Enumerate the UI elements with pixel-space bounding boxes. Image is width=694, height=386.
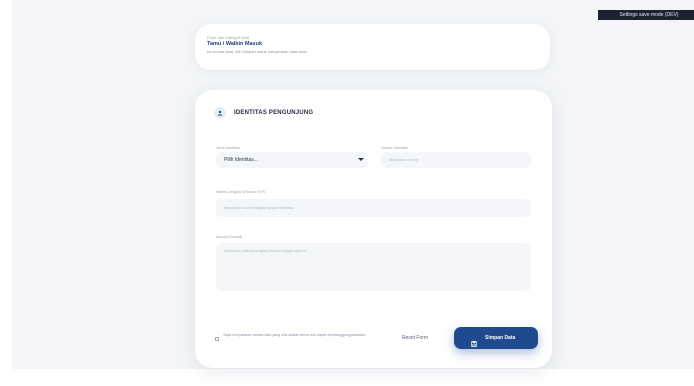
meta-subtext: Isi semua data, klik Simpan untuk menyim… bbox=[207, 49, 309, 54]
full-name-label: Nama Lengkap (Sesuai KTP) bbox=[216, 190, 266, 194]
page-background: Settings save mode (DEV) Form dan Katego… bbox=[12, 0, 694, 369]
id-type-label: Jenis Identitas bbox=[216, 146, 241, 150]
status-badge: Settings save mode (DEV) bbox=[598, 10, 694, 20]
id-type-select[interactable]: Pilih Identitas... bbox=[216, 152, 368, 168]
id-type-value: Pilih Identitas... bbox=[224, 157, 258, 163]
address-placeholder: Masukkan alamat lengkap tempat tinggal s… bbox=[224, 249, 307, 253]
left-gutter bbox=[0, 0, 12, 386]
id-number-label: Nomor Identitas bbox=[381, 146, 408, 150]
save-icon bbox=[471, 335, 477, 350]
reset-form-button[interactable]: Reset Form bbox=[395, 332, 435, 344]
save-data-button[interactable]: Simpan Data bbox=[454, 327, 538, 349]
user-icon bbox=[214, 107, 226, 119]
consent-text: Saya menyatakan bahwa data yang diisi ad… bbox=[223, 333, 367, 337]
visitor-form-card: IDENTITAS PENGUNJUNG Jenis Identitas Pil… bbox=[195, 90, 552, 368]
consent-checkbox[interactable] bbox=[215, 337, 219, 341]
section-title: IDENTITAS PENGUNJUNG bbox=[234, 110, 314, 116]
save-label: Simpan Data bbox=[485, 335, 516, 341]
full-name-placeholder: Masukkan nama lengkap sesuai identitas bbox=[224, 206, 294, 210]
form-meta-card: Form dan Kategori Aktif Tamu / Walkin Ma… bbox=[195, 24, 550, 70]
address-textarea[interactable]: Masukkan alamat lengkap tempat tinggal s… bbox=[216, 243, 531, 291]
id-number-placeholder: Masukkan nomor bbox=[389, 158, 419, 162]
bottom-gutter bbox=[0, 369, 694, 386]
full-name-input[interactable]: Masukkan nama lengkap sesuai identitas bbox=[216, 199, 531, 217]
chevron-down-icon bbox=[358, 158, 364, 161]
meta-label: Form dan Kategori Aktif bbox=[207, 35, 249, 40]
id-number-input[interactable]: Masukkan nomor bbox=[381, 152, 531, 168]
meta-value: Tamu / Walkin Masuk bbox=[207, 41, 263, 47]
address-label: Alamat Domisili bbox=[216, 235, 243, 239]
